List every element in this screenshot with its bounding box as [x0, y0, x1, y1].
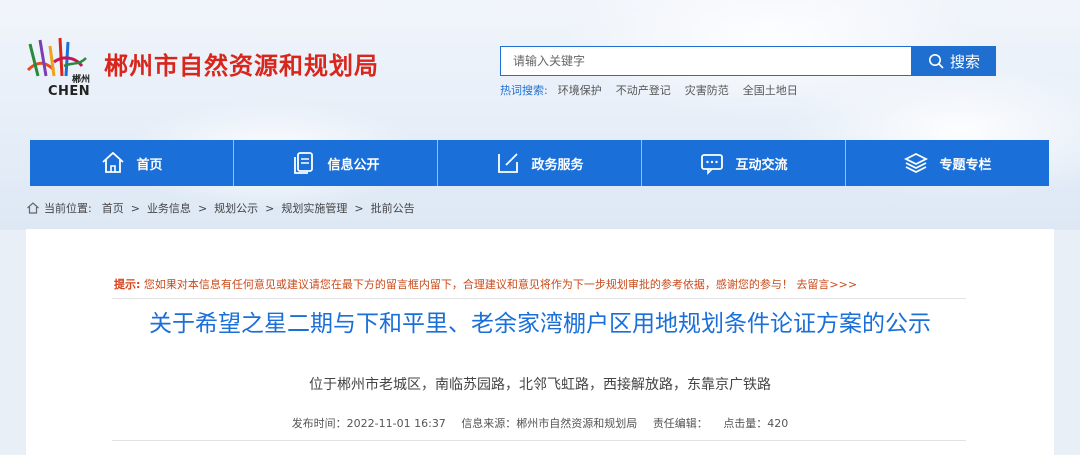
breadcrumb-separator: >	[354, 201, 364, 215]
nav-item-home[interactable]: 首页	[30, 140, 234, 186]
nav-item-label: 首页	[136, 157, 163, 173]
tip-text: 您如果对本信息有任何意见或建议请您在最下方的留言框内留下，合理建议和意见将作为下…	[143, 278, 793, 291]
breadcrumb-link[interactable]: 规划实施管理	[281, 200, 347, 216]
nav-item-services[interactable]: 政务服务	[438, 140, 642, 186]
article-subtitle: 位于郴州市老城区，南临苏园路，北邻飞虹路，西接解放路，东靠京广铁路	[309, 377, 771, 393]
breadcrumb-label: 当前位置:	[44, 202, 92, 215]
hot-words-label: 热词搜索:	[500, 84, 548, 97]
breadcrumb-link[interactable]: 批前公告	[371, 200, 415, 216]
home-icon	[27, 202, 39, 214]
nav-item-info[interactable]: 信息公开	[234, 140, 438, 186]
nav-item-interaction[interactable]: 互动交流	[642, 140, 846, 186]
site-logo[interactable]: 郴州 CHEN	[24, 36, 96, 100]
site-title[interactable]: 郴州市自然资源和规划局	[104, 46, 379, 81]
edit-icon	[498, 153, 519, 173]
breadcrumb-link[interactable]: 规划公示	[214, 200, 258, 216]
search-icon	[928, 54, 944, 69]
nav-item-label: 专题专栏	[939, 157, 992, 173]
search-input[interactable]	[500, 46, 912, 76]
breadcrumb-separator: >	[265, 201, 275, 215]
header-background	[0, 0, 1080, 230]
search-button-label: 搜索	[949, 52, 980, 71]
nav-item-label: 政务服务	[531, 157, 584, 173]
tip-bar: 提示: 您如果对本信息有任何意见或建议请您在最下方的留言框内留下，合理建议和意见…	[114, 276, 857, 292]
article-panel: 提示: 您如果对本信息有任何意见或建议请您在最下方的留言框内留下，合理建议和意见…	[26, 229, 1054, 455]
divider	[112, 440, 966, 441]
view-count: 点击量：420	[723, 417, 789, 430]
info-source: 信息来源：郴州市自然资源和规划局	[461, 417, 638, 430]
document-icon	[294, 152, 314, 174]
hot-words: 热词搜索: 环境保护 不动产登记 灾害防范 全国土地日	[500, 82, 798, 98]
layers-icon	[904, 152, 929, 174]
tip-label: 提示:	[114, 278, 141, 291]
main-nav: 首页 信息公开 政务服务 互动交流 专题专栏	[30, 140, 1049, 186]
editor: 责任编辑：	[652, 417, 708, 430]
breadcrumb-link[interactable]: 业务信息	[147, 200, 191, 216]
hot-word-link[interactable]: 不动产登记	[616, 82, 671, 98]
publish-time: 发布时间：2022-11-01 16:37	[291, 417, 446, 430]
hot-word-link[interactable]: 全国土地日	[743, 82, 798, 98]
divider	[112, 298, 966, 299]
article-meta: 发布时间：2022-11-01 16:37 信息来源：郴州市自然资源和规划局 责…	[110, 415, 970, 431]
article-title: 关于希望之星二期与下和平里、老余家湾棚户区用地规划条件论证方案的公示	[149, 311, 931, 337]
home-icon	[102, 151, 125, 173]
hot-word-link[interactable]: 环境保护	[558, 82, 602, 98]
breadcrumb-link[interactable]: 首页	[102, 200, 124, 216]
breadcrumb: 当前位置: 首页 > 业务信息 > 规划公示 > 规划实施管理 > 批前公告	[26, 200, 415, 216]
hot-word-link[interactable]: 灾害防范	[685, 82, 729, 98]
leave-message-link[interactable]: 去留言>>>	[796, 278, 857, 291]
nav-item-label: 互动交流	[735, 157, 788, 173]
chat-icon	[701, 154, 724, 175]
search-button[interactable]: 搜索	[912, 46, 996, 76]
logo-chen-text: CHEN	[48, 84, 91, 99]
nav-item-topics[interactable]: 专题专栏	[846, 140, 1049, 186]
nav-item-label: 信息公开	[327, 157, 380, 173]
breadcrumb-separator: >	[197, 201, 208, 215]
breadcrumb-separator: >	[130, 201, 140, 215]
